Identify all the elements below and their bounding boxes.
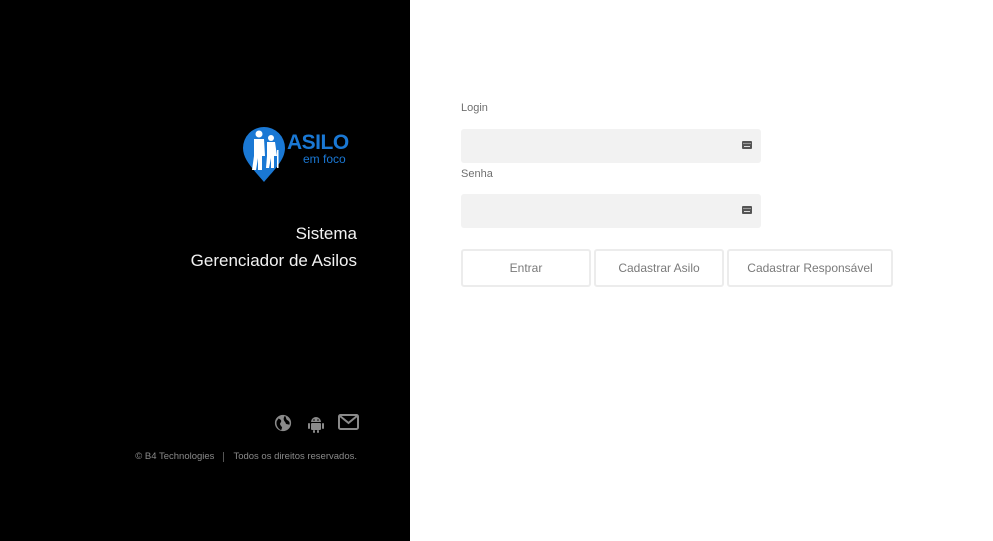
entrar-button[interactable]: Entrar (461, 249, 591, 287)
login-field-wrapper (461, 129, 761, 163)
login-input[interactable] (461, 129, 761, 163)
tagline-line-2: Gerenciador de Asilos (190, 251, 357, 270)
login-label: Login (461, 102, 488, 114)
cadastrar-asilo-button[interactable]: Cadastrar Asilo (594, 249, 724, 287)
mail-icon[interactable] (338, 414, 359, 434)
company-name: © B4 Technologies (135, 451, 215, 462)
rights-text: Todos os direitos reservados. (233, 451, 357, 462)
branding-panel: ASILO em foco Sistema Gerenciador de Asi… (0, 0, 410, 541)
asilo-em-foco-logo: ASILO em foco (241, 126, 356, 184)
logo-subtitle: em foco (303, 152, 346, 166)
senha-field-wrapper (461, 194, 761, 228)
senha-input[interactable] (461, 194, 761, 228)
tagline-line-1: Sistema (295, 224, 357, 243)
globe-icon[interactable] (274, 414, 294, 434)
system-tagline: Sistema Gerenciador de Asilos (191, 220, 357, 274)
keyboard-icon (742, 141, 752, 149)
logo-wordmark: ASILO (287, 131, 349, 154)
footer-divider (223, 451, 225, 462)
form-actions: Entrar Cadastrar Asilo Cadastrar Respons… (461, 249, 893, 287)
copyright-footer: © B4 Technologies Todos os direitos rese… (135, 451, 357, 462)
cadastrar-responsavel-button[interactable]: Cadastrar Responsável (727, 249, 893, 287)
senha-label: Senha (461, 168, 493, 180)
keyboard-icon (742, 206, 752, 214)
login-page: ASILO em foco Sistema Gerenciador de Asi… (0, 0, 993, 541)
social-links (274, 414, 359, 434)
android-icon[interactable] (306, 414, 326, 434)
